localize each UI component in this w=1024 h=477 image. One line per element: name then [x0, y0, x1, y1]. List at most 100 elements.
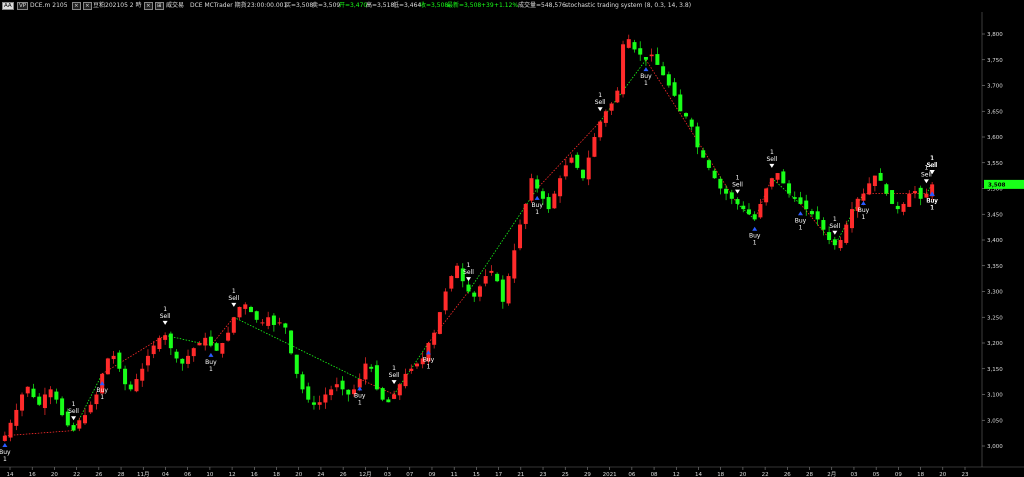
time-tick-label: 24 [317, 472, 324, 477]
candle-body [655, 54, 660, 65]
candle-body [495, 273, 500, 282]
candle-body [815, 211, 820, 220]
candle-body [798, 197, 803, 204]
trade-mode-label: 威交易 [166, 2, 185, 9]
buy-signal-label: Buy [858, 207, 870, 214]
candle-body [787, 183, 792, 194]
time-tick-label: 20 [51, 472, 58, 477]
time-tick-label: 23 [962, 472, 969, 477]
buy-signal-count: 1 [358, 399, 362, 406]
price-tick-label: 3,750 [987, 58, 1003, 64]
sell-signal-label: Sell [463, 269, 474, 276]
study-name-label: stochastic trading system (8, 0.3, 14, 3… [565, 2, 692, 9]
candle-body [489, 270, 494, 273]
buy-signal-label: Buy [205, 359, 217, 366]
sell-signal-count: 1 [232, 288, 236, 295]
candle-body [271, 315, 276, 325]
price-tick-label: 3,050 [987, 418, 1003, 424]
time-tick-label: 06 [628, 472, 635, 477]
time-tick-label: 23 [540, 472, 547, 477]
time-tick-label: 05 [873, 472, 880, 477]
time-tick-label: 21 [517, 472, 524, 477]
candle-body [369, 366, 374, 369]
candle-body [317, 402, 322, 405]
sell-signal-count: 1 [736, 175, 740, 182]
buy-signal-count: 1 [209, 366, 213, 373]
sell-signal-label: Sell [160, 313, 171, 320]
candle-body [329, 389, 334, 396]
time-tick-label: 03 [384, 472, 391, 477]
time-tick-label: 11 [451, 472, 458, 477]
time-tick-label: 06 [184, 472, 191, 477]
candle-body [609, 103, 614, 111]
sell-signal-label: Sell [921, 171, 932, 178]
time-tick-label: 26 [340, 472, 347, 477]
buy-signal-label: Buy [423, 356, 435, 363]
candle-body [746, 209, 751, 215]
price-tick-label: 3,350 [987, 264, 1003, 270]
candle-body [414, 363, 419, 367]
candle-body [380, 388, 385, 400]
candle-body [374, 365, 379, 390]
candle-body [306, 386, 311, 400]
time-tick-label: 17 [495, 472, 502, 477]
candle-body [769, 178, 774, 187]
time-tick-label: 10 [206, 472, 213, 477]
candle-body [248, 306, 253, 313]
candle-body [884, 184, 889, 194]
sell-signal-label: Sell [595, 99, 606, 106]
buy-signal-label: Buy [531, 202, 543, 209]
candle-body [477, 286, 482, 297]
buy-signal-label: Buy [0, 449, 11, 456]
candle-body [706, 160, 711, 168]
symbol-label[interactable]: DCE.m 2105 [30, 0, 68, 12]
vp-toggle-button[interactable]: VP [17, 2, 29, 10]
candle-body [437, 312, 442, 334]
candle-body [48, 389, 53, 398]
buy-signal-count: 1 [100, 394, 104, 401]
buy-signal-label: Buy [96, 387, 108, 394]
time-tick-label: 16 [29, 472, 36, 477]
sell-signal-count: 1 [72, 401, 76, 408]
sell-signal-label: Sell [228, 295, 239, 302]
price-tick-label: 3,400 [987, 238, 1003, 244]
sell-signal-count: 1 [598, 92, 602, 99]
candle-body [569, 157, 574, 163]
candle-body [661, 66, 666, 76]
candle-body [60, 398, 65, 416]
candle-body [82, 415, 88, 424]
candle-body [323, 394, 328, 403]
sell-signal-count: 1 [833, 216, 837, 223]
price-tick-label: 3,250 [987, 315, 1003, 321]
period-close-icon[interactable]: × [83, 2, 92, 10]
candle-body [111, 355, 116, 360]
candle-body [832, 239, 837, 246]
aa-toggle-button[interactable]: AA [2, 2, 14, 10]
candle-body [781, 171, 786, 184]
sell-signal-count: 1 [930, 155, 934, 162]
candle-body [535, 179, 540, 189]
candle-body [809, 211, 814, 215]
time-tick-label: 14 [7, 472, 14, 477]
candle-body [254, 311, 259, 320]
symbol-close-icon[interactable]: × [72, 2, 81, 10]
candle-body [621, 44, 626, 95]
buy-signal-count: 1 [862, 214, 866, 221]
candle-body [294, 354, 299, 374]
price-chart[interactable]: Buy11SellBuy11SellBuy11SellBuy11SellBuy1… [0, 12, 1024, 477]
candle-body [334, 384, 339, 388]
period-toggle-icon[interactable]: × [144, 2, 153, 10]
candle-body [237, 306, 242, 318]
trade-panel-icon[interactable]: ⊞ [155, 2, 164, 10]
candle-body [821, 220, 826, 230]
candle-body [186, 355, 191, 364]
candle-body [283, 323, 288, 328]
time-tick-label: 12 [673, 472, 680, 477]
buy-signal-label: Buy [640, 73, 652, 80]
time-tick-label: 07 [406, 472, 413, 477]
contract-period-label[interactable]: 豆粕202105 2 時 [93, 0, 142, 12]
candle-body [151, 345, 156, 355]
candle-body [409, 368, 414, 371]
price-tick-label: 3,450 [987, 212, 1003, 218]
candle-body [552, 193, 557, 209]
